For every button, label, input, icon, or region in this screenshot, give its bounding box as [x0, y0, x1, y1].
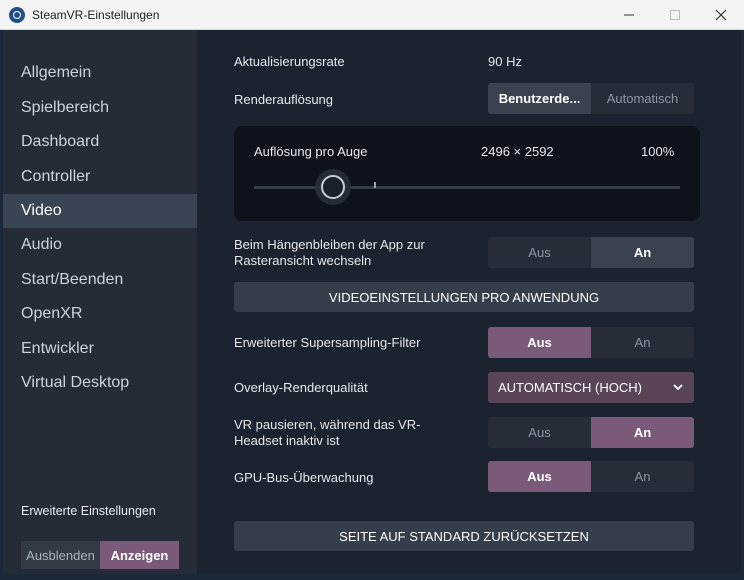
gpu-bus-toggle: Aus An: [488, 461, 694, 492]
sidebar-item-controller[interactable]: Controller: [3, 160, 197, 194]
sidebar-item-spielbereich[interactable]: Spielbereich: [3, 91, 197, 125]
sidebar-item-audio[interactable]: Audio: [3, 228, 197, 262]
resolution-slider-handle[interactable]: [321, 175, 345, 199]
resolution-slider-track[interactable]: [254, 186, 680, 189]
minimize-button[interactable]: [606, 0, 652, 30]
overlay-quality-value: AUTOMATISCH (HOCH): [498, 380, 642, 395]
advanced-hide-option[interactable]: Ausblenden: [21, 541, 100, 569]
resolution-per-eye-label: Auflösung pro Auge: [254, 144, 368, 159]
refresh-rate-label: Aktualisierungsrate: [234, 54, 345, 69]
supersampling-label: Erweiterter Supersampling-Filter: [234, 335, 421, 350]
supersampling-off-option[interactable]: Aus: [488, 327, 591, 358]
supersampling-toggle: Aus An: [488, 327, 694, 358]
resolution-per-eye-panel: Auflösung pro Auge 2496 × 2592 100%: [234, 126, 700, 221]
advanced-settings-toggle: Ausblenden Anzeigen: [21, 541, 179, 569]
gpu-bus-off-option[interactable]: Aus: [488, 461, 591, 492]
reset-defaults-button[interactable]: SEITE AUF STANDARD ZURÜCKSETZEN: [234, 521, 694, 551]
overlay-quality-dropdown[interactable]: AUTOMATISCH (HOCH): [488, 372, 694, 403]
pause-vr-on-option[interactable]: An: [591, 417, 694, 448]
pause-vr-off-option[interactable]: Aus: [488, 417, 591, 448]
supersampling-on-option[interactable]: An: [591, 327, 694, 358]
per-app-video-settings-button[interactable]: VIDEOEINSTELLUNGEN PRO ANWENDUNG: [234, 282, 694, 312]
sidebar-item-dashboard[interactable]: Dashboard: [3, 125, 197, 159]
resolution-per-eye-percent: 100%: [641, 144, 675, 159]
video-settings-panel: Aktualisierungsrate 90 Hz Renderauflösun…: [197, 30, 741, 574]
title-bar: SteamVR-Einstellungen: [0, 0, 744, 30]
sidebar-item-virtual-desktop[interactable]: Virtual Desktop: [3, 366, 197, 400]
pause-vr-label: VR pausieren, während das VR-Headset ina…: [234, 417, 421, 448]
close-icon: [715, 9, 727, 21]
chevron-down-icon: [673, 384, 683, 391]
render-resolution-auto-option[interactable]: Automatisch: [591, 83, 694, 114]
gpu-bus-on-option[interactable]: An: [591, 461, 694, 492]
gpu-bus-label: GPU-Bus-Überwachung: [234, 470, 374, 485]
resolution-per-eye-value: 2496 × 2592: [481, 144, 554, 159]
refresh-rate-value: 90 Hz: [488, 54, 522, 69]
overlay-quality-label: Overlay-Renderqualität: [234, 380, 368, 395]
steamvr-icon: [9, 7, 25, 23]
render-resolution-toggle: Benutzerde... Automatisch: [488, 83, 694, 114]
pause-vr-toggle: Aus An: [488, 417, 694, 448]
sidebar-item-video[interactable]: Video: [3, 194, 197, 228]
window-title: SteamVR-Einstellungen: [32, 8, 160, 22]
app-hang-on-option[interactable]: An: [591, 237, 694, 268]
app-hang-label: Beim Hängenbleiben der App zur Rasterans…: [234, 237, 425, 268]
app-hang-off-option[interactable]: Aus: [488, 237, 591, 268]
resolution-slider-default-tick: [374, 182, 376, 188]
advanced-show-option[interactable]: Anzeigen: [100, 541, 179, 569]
close-button[interactable]: [698, 0, 744, 30]
maximize-button[interactable]: [652, 0, 698, 30]
sidebar-item-allgemein[interactable]: Allgemein: [3, 56, 197, 90]
sidebar-item-start-beenden[interactable]: Start/Beenden: [3, 263, 197, 297]
minimize-icon: [624, 14, 634, 16]
sidebar-item-openxr[interactable]: OpenXR: [3, 297, 197, 331]
render-resolution-label: Renderauflösung: [234, 92, 334, 107]
sidebar: Allgemein Spielbereich Dashboard Control…: [3, 30, 197, 574]
sidebar-item-entwickler[interactable]: Entwickler: [3, 332, 197, 366]
advanced-settings-label: Erweiterte Einstellungen: [21, 504, 156, 518]
maximize-icon: [670, 10, 680, 20]
render-resolution-custom-option[interactable]: Benutzerde...: [488, 83, 591, 114]
app-hang-toggle: Aus An: [488, 237, 694, 268]
